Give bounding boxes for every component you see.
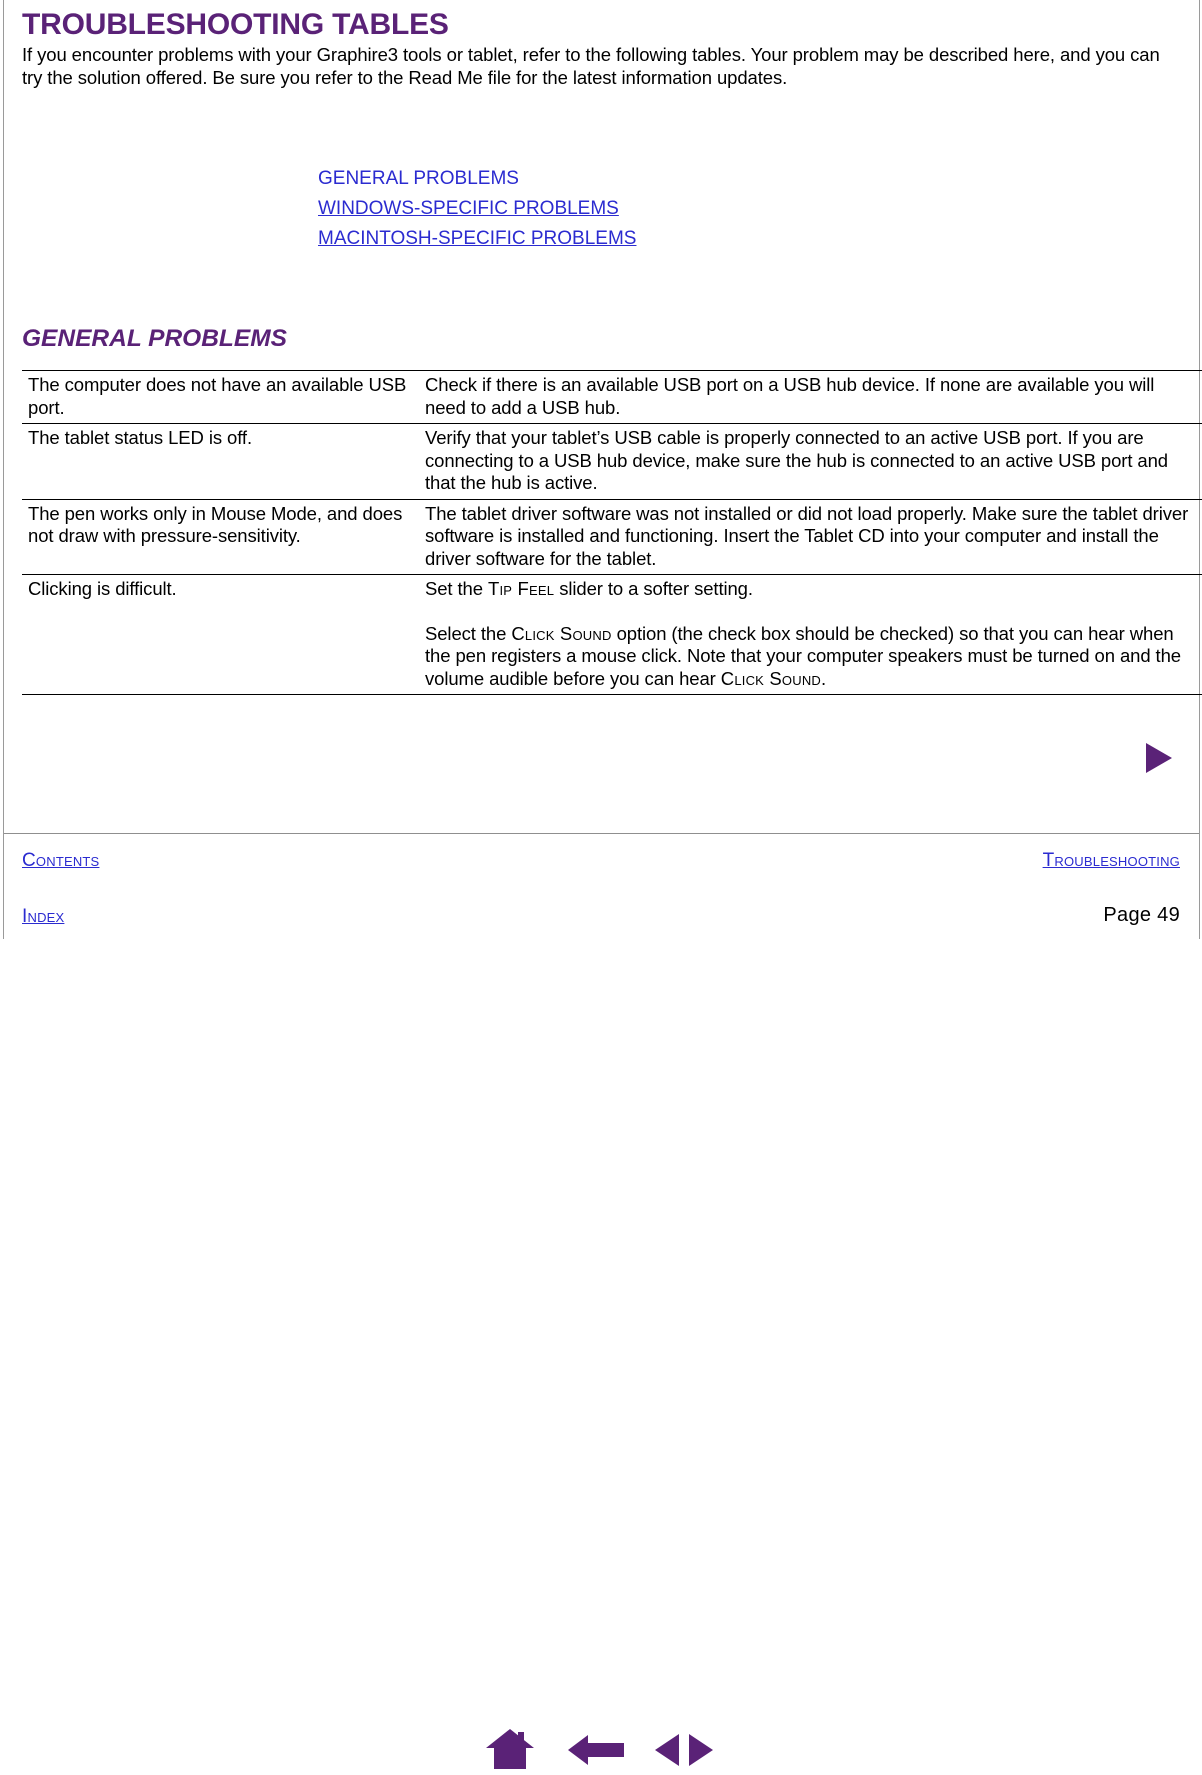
solution-cell: Check if there is an available USB port … bbox=[419, 370, 1202, 424]
footer-divider bbox=[4, 833, 1199, 834]
problem-cell: Clicking is difficult. bbox=[22, 574, 419, 695]
intro-paragraph: If you encounter problems with your Grap… bbox=[22, 44, 1160, 88]
link-row: GENERAL PROBLEMS bbox=[318, 164, 636, 194]
page: TROUBLESHOOTING TABLES If you encounter … bbox=[0, 0, 1202, 1769]
troubleshooting-table: The computer does not have an available … bbox=[22, 370, 1202, 695]
footer-link-troubleshooting[interactable]: Troubleshooting bbox=[1043, 850, 1180, 872]
link-row: WINDOWS-SPECIFIC PROBLEMS bbox=[318, 194, 636, 224]
solution-cell: The tablet driver software was not insta… bbox=[419, 498, 1202, 575]
tip-feel-term: Tip Feel bbox=[487, 578, 555, 599]
link-general-problems[interactable]: GENERAL PROBLEMS bbox=[318, 164, 519, 194]
table-row: The pen works only in Mouse Mode, and do… bbox=[22, 498, 1202, 575]
problem-cell: The tablet status LED is off. bbox=[22, 423, 419, 499]
click-sound-term: Click Sound bbox=[511, 622, 612, 644]
home-icon[interactable] bbox=[485, 1728, 535, 1770]
page-footer: Contents Index Troubleshooting Page 49 bbox=[0, 840, 1202, 1769]
problem-cell: The pen works only in Mouse Mode, and do… bbox=[22, 498, 419, 575]
table-row: The tablet status LED is off. Verify tha… bbox=[22, 423, 1202, 499]
click-sound-term: Click Sound bbox=[720, 667, 821, 689]
problem-cell: The computer does not have an available … bbox=[22, 370, 419, 424]
prev-next-page-icons[interactable] bbox=[655, 1734, 713, 1766]
page-border-left bbox=[3, 0, 4, 939]
page-number: Page 49 bbox=[1103, 904, 1180, 926]
section-link-list: GENERAL PROBLEMS WINDOWS-SPECIFIC PROBLE… bbox=[318, 164, 636, 254]
back-arrow-icon[interactable] bbox=[568, 1734, 624, 1766]
page-header-block: TROUBLESHOOTING TABLES If you encounter … bbox=[22, 8, 1180, 89]
solution-line-1: Set the Tip Feel slider to a softer sett… bbox=[425, 578, 753, 599]
solution-line-2: Select the Click Sound option (the check… bbox=[425, 623, 1198, 691]
next-page-icon[interactable] bbox=[689, 1734, 713, 1766]
solution-text: Set the bbox=[425, 578, 488, 599]
link-macintosh-specific-problems[interactable]: MACINTOSH-SPECIFIC PROBLEMS bbox=[318, 224, 636, 254]
link-windows-specific-problems[interactable]: WINDOWS-SPECIFIC PROBLEMS bbox=[318, 194, 619, 224]
table-row: Clicking is difficult. Set the Tip Feel … bbox=[22, 574, 1202, 695]
solution-cell: Verify that your tablet’s USB cable is p… bbox=[419, 423, 1202, 499]
section-heading: GENERAL PROBLEMS bbox=[22, 325, 287, 352]
solution-text: . bbox=[821, 667, 827, 689]
solution-cell: Set the Tip Feel slider to a softer sett… bbox=[419, 574, 1202, 695]
page-title: TROUBLESHOOTING TABLES bbox=[22, 8, 449, 41]
footer-link-index[interactable]: Index bbox=[22, 906, 64, 928]
solution-text: slider to a softer setting. bbox=[554, 578, 753, 599]
next-section-arrow-icon[interactable] bbox=[1146, 743, 1172, 773]
table-row: The computer does not have an available … bbox=[22, 370, 1202, 424]
link-row: MACINTOSH-SPECIFIC PROBLEMS bbox=[318, 224, 636, 254]
footer-nav-icons bbox=[480, 1726, 720, 1772]
previous-page-icon[interactable] bbox=[655, 1734, 679, 1766]
footer-link-contents[interactable]: Contents bbox=[22, 850, 99, 872]
solution-text: Select the bbox=[425, 622, 512, 644]
